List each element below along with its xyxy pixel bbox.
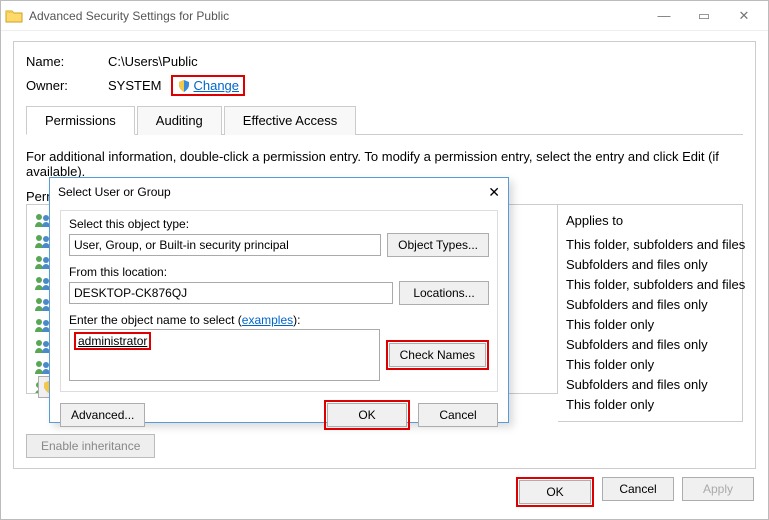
applies-to-header: Applies to (566, 211, 734, 231)
locations-button[interactable]: Locations... (399, 281, 489, 305)
object-type-field[interactable] (69, 234, 381, 256)
name-label: Name: (26, 54, 108, 69)
maximize-button[interactable]: ▭ (684, 2, 724, 30)
close-button[interactable]: ✕ (724, 2, 764, 30)
minimize-button[interactable]: — (644, 2, 684, 30)
check-names-highlight: Check Names (386, 340, 489, 370)
change-owner-link[interactable]: Change (193, 78, 239, 93)
shield-icon (177, 79, 191, 93)
dialog-close-icon[interactable]: ✕ (488, 184, 500, 201)
object-type-label: Select this object type: (69, 217, 489, 231)
enable-inheritance-button[interactable]: Enable inheritance (26, 434, 155, 458)
ok-highlight: OK (516, 477, 594, 507)
tabs: Permissions Auditing Effective Access (26, 106, 743, 135)
owner-label: Owner: (26, 78, 108, 93)
change-owner-highlight: Change (171, 75, 245, 96)
object-name-input[interactable]: administrator (69, 329, 380, 381)
applies-to-value: This folder, subfolders and files (566, 235, 734, 255)
applies-to-value: This folder only (566, 355, 734, 375)
examples-link[interactable]: examples (242, 313, 293, 327)
description-text: For additional information, double-click… (26, 149, 743, 179)
applies-to-value: This folder only (566, 315, 734, 335)
folder-icon (5, 8, 23, 24)
object-name-label: Enter the object name to select (example… (69, 313, 489, 327)
applies-to-value: This folder, subfolders and files (566, 275, 734, 295)
window-title: Advanced Security Settings for Public (29, 9, 229, 23)
owner-value: SYSTEM (108, 78, 161, 93)
dialog-ok-highlight: OK (324, 400, 410, 430)
titlebar: Advanced Security Settings for Public — … (1, 1, 768, 31)
dialog-ok-button[interactable]: OK (327, 403, 407, 427)
dialog-titlebar: Select User or Group ✕ (50, 178, 508, 206)
applies-to-value: Subfolders and files only (566, 375, 734, 395)
apply-button[interactable]: Apply (682, 477, 754, 501)
applies-to-column: Applies to This folder, subfolders and f… (558, 204, 743, 422)
tab-auditing[interactable]: Auditing (137, 106, 222, 135)
name-value: C:\Users\Public (108, 54, 198, 69)
main-window: Advanced Security Settings for Public — … (0, 0, 769, 520)
applies-to-value: Subfolders and files only (566, 295, 734, 315)
location-label: From this location: (69, 265, 489, 279)
tab-effective-access[interactable]: Effective Access (224, 106, 356, 135)
check-names-button[interactable]: Check Names (389, 343, 486, 367)
applies-to-value: Subfolders and files only (566, 255, 734, 275)
object-name-value: administrator (78, 334, 147, 348)
cancel-button[interactable]: Cancel (602, 477, 674, 501)
ok-button[interactable]: OK (519, 480, 591, 504)
tab-permissions[interactable]: Permissions (26, 106, 135, 135)
advanced-button[interactable]: Advanced... (60, 403, 145, 427)
applies-to-value: Subfolders and files only (566, 335, 734, 355)
location-field[interactable] (69, 282, 393, 304)
object-types-button[interactable]: Object Types... (387, 233, 489, 257)
dialog-title: Select User or Group (58, 185, 171, 199)
footer-buttons: OK Cancel Apply (516, 477, 754, 507)
dialog-cancel-button[interactable]: Cancel (418, 403, 498, 427)
object-name-highlight: administrator (74, 332, 151, 350)
applies-to-value: This folder only (566, 395, 734, 415)
select-user-dialog: Select User or Group ✕ Select this objec… (49, 177, 509, 423)
window-controls: — ▭ ✕ (644, 2, 764, 30)
